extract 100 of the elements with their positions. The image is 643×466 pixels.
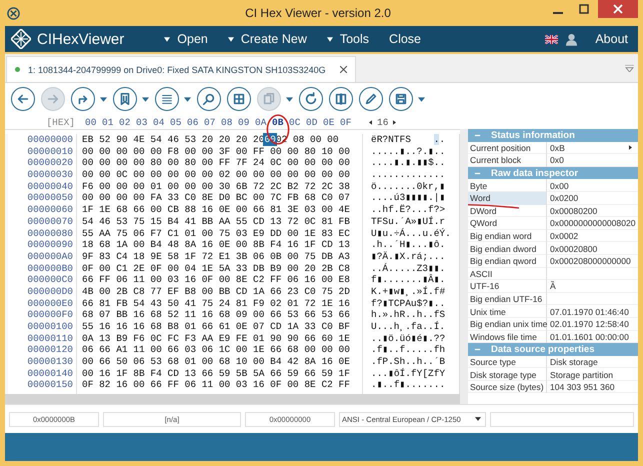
caret-icon [228,36,234,42]
caret-icon[interactable] [184,96,191,102]
refresh-button[interactable] [299,87,323,111]
column-header: 08 [221,116,234,128]
ascii-text: .▮..f▮....... [371,379,446,390]
property-name[interactable]: Big endian dword [468,242,547,255]
tab-list-icon[interactable] [625,64,634,72]
jump-button[interactable] [71,87,95,111]
property-name[interactable]: Big endian UTF-16 [468,292,547,306]
hex-bytes: 00 66 50 06 53 68 01 00 68 10 00 B4 42 8A 16 0E [82,356,350,368]
offset-label: 00000030 [26,169,73,181]
property-value: 0x0000000000008020 [550,218,636,228]
offset-label: 00000100 [26,321,73,333]
left-arrow-icon [16,92,30,106]
selected-char[interactable]: . [434,134,440,145]
panel-button[interactable] [329,87,353,111]
property-value: 0x000208000000000 [550,256,631,266]
logo-icon [11,29,31,49]
decrease-icon[interactable] [369,120,372,124]
hex-bytes: 66 FF 06 11 00 03 16 0F 00 8E C2 FF 06 16 00 E8 [82,274,350,286]
property-value: Disk storage [550,356,598,367]
ascii-text: h.».hR..h..fS [371,309,446,320]
maximize-icon [579,4,589,14]
expand-arrow-icon[interactable] [629,145,632,150]
property-name[interactable]: DWord [468,204,547,218]
edit-button[interactable] [359,87,383,111]
ascii-text: ............. [371,169,446,180]
grid-button[interactable] [227,87,251,111]
property-name[interactable]: Disk storage type [468,368,547,381]
menu-item[interactable]: Close [385,32,426,46]
increase-icon[interactable] [393,120,396,124]
property-name[interactable]: Source size (bytes) [468,380,547,394]
menu-item[interactable]: Create New [224,32,311,46]
caret-icon[interactable] [100,96,107,102]
refresh-icon [304,92,318,106]
property-value: 0x0002 [550,231,578,242]
property-value: 0x0200 [550,193,578,204]
ascii-text: U...h¸.fa..Í. [371,321,446,332]
save-icon [394,92,408,106]
offset-label: 000000C0 [26,274,73,286]
bytes-per-row-value: 16 [377,116,388,128]
column-header: 06 [187,116,200,128]
about-button[interactable]: About [591,32,632,46]
hex-bytes: 00 16 1F 8B F4 CD 13 66 59 5B 5A 66 59 66 59 1F [82,368,350,379]
minimize-icon [553,12,563,14]
hex-bytes: 06 66 A1 11 00 66 03 06 1C 00 1E 66 68 00 00 00 [82,344,350,356]
ascii-text: ..Á.....Z3▮▮. [371,262,446,274]
close-button[interactable] [598,0,638,18]
horizontal-scrollbar[interactable] [5,394,460,404]
hex-bytes: 66 81 FB 54 43 50 41 75 24 81 F9 02 01 72 1E 16 [82,298,350,309]
list-button[interactable] [155,87,179,111]
window-title: CI Hex Viewer - version 2.0 [244,6,392,20]
caret-icon[interactable] [142,96,149,102]
ascii-text: .h..´H▮...▮ô. [371,239,446,250]
property-value: 02.01.1970 12:58:40 [550,319,629,330]
property-name[interactable]: Unix time [468,305,547,318]
search-button[interactable] [197,87,221,111]
column-header: 01 [102,116,114,128]
property-name[interactable]: Big endian word [468,230,547,242]
hex-bytes: 55 16 16 16 68 B8 01 66 61 0E 07 CD 1A 33 C0 BF [82,321,350,332]
ascii-text: ..hf.Ë?...f?> [371,204,446,216]
property-value: 104 303 951 360 [550,382,615,392]
property-name[interactable]: Current position [468,142,547,154]
hex-bytes: 00 00 00 00 00 F8 00 00 3F 00 FF 00 00 80 10 00 [82,146,350,157]
property-name[interactable]: QWord [468,217,547,230]
property-name[interactable]: Big endian unix time [468,318,547,330]
property-name[interactable]: Big endian qword [468,254,547,268]
column-header: 00 [85,116,98,128]
ascii-text: f▮.......▮Â▮. [371,274,446,286]
copy-icon [262,92,276,106]
back-button[interactable] [11,87,35,111]
property-name[interactable]: UTF-16 [468,280,547,293]
offset-label: 00000110 [26,332,73,344]
document-tab[interactable]: 1: 1081344-204799999 on Drive0: Fixed SATA KINGSTON SH103S3240G [6,56,356,82]
flag-icon[interactable] [545,34,558,44]
offset-label: 00000140 [26,368,73,380]
user-icon[interactable] [566,32,578,46]
status-dot-icon [15,67,20,72]
ascii-text: U▮u.÷Á...u.éÝ. [371,228,451,238]
property-value: 0x0 [550,155,564,166]
menu-item[interactable]: Open [160,32,212,46]
property-value: 07.01.1970 01:46:40 [550,306,629,317]
hex-mode-label: [HEX] [45,116,75,128]
hex-bytes: 0A 13 B9 F6 0C FC F3 AA E9 FE 01 90 90 66 60 1E [82,332,350,344]
save-button[interactable] [389,87,413,111]
ascii-text: ▮?Ä.▮X.rá;... [371,250,446,262]
close-icon[interactable] [340,66,347,73]
ascii-text: .fP.Sh..h..´B [371,356,446,368]
bookmark-button[interactable] [113,87,137,111]
ascii-text: ...▮ôÍ.fY[ZfY [371,368,446,379]
hex-bytes: F6 00 00 00 01 00 00 00 30 6B 72 2C B2 72 2C 38 [82,180,350,192]
hex-bytes: 9F 83 C4 18 9E 58 1F 72 E1 3B 06 0B 00 75 DB A3 [82,250,350,262]
menu-item[interactable]: Tools [322,32,374,46]
property-value: Ȁ [550,281,556,292]
property-name[interactable]: ASCII [468,268,547,280]
property-name[interactable]: Source type [468,356,547,368]
ascii-text: ....ú3▮▮▮▮.|▮ [371,192,446,204]
caret-icon[interactable] [418,96,425,102]
column-header: 0B [272,116,289,128]
property-value: 0x00 [550,180,569,191]
